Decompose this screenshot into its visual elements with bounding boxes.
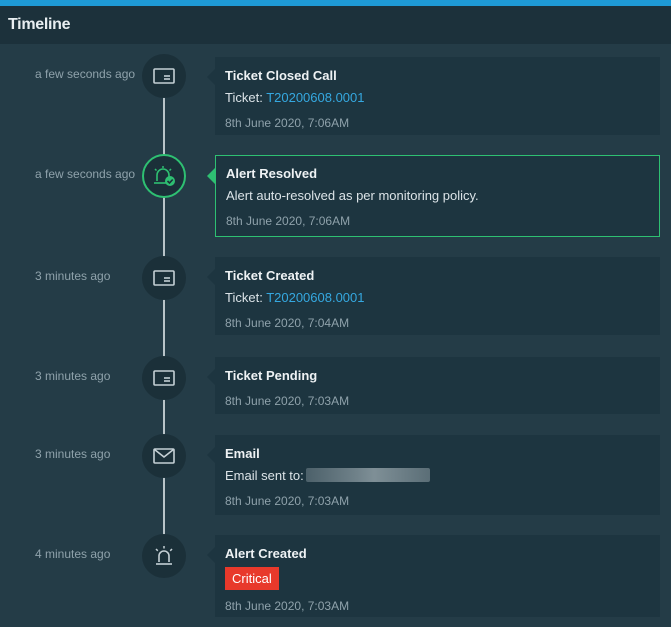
relative-time: 3 minutes ago (35, 269, 111, 283)
severity-badge: Critical (225, 567, 279, 590)
event-date: 8th June 2020, 7:03AM (225, 494, 350, 508)
page-title: Timeline (8, 16, 71, 33)
relative-time: 4 minutes ago (35, 547, 111, 561)
alert-resolved-icon (142, 154, 186, 198)
ticket-icon (142, 256, 186, 300)
alarm-icon (142, 534, 186, 578)
event-card: Ticket Closed Call Ticket: T20200608.000… (207, 57, 660, 135)
event-date: 8th June 2020, 7:06AM (225, 116, 350, 130)
ticket-icon (142, 356, 186, 400)
event-card: Alert Created Critical 8th June 2020, 7:… (207, 535, 660, 617)
event-detail: Ticket: T20200608.0001 (225, 90, 650, 106)
relative-time: a few seconds ago (35, 167, 136, 181)
event-title: Ticket Pending (225, 368, 318, 383)
event-date: 8th June 2020, 7:04AM (225, 316, 350, 330)
detail-label: Email sent to: (225, 468, 304, 483)
relative-time: 3 minutes ago (35, 447, 111, 461)
event-card: Ticket Pending 8th June 2020, 7:03AM (207, 357, 660, 414)
event-detail: Alert auto-resolved as per monitoring po… (226, 188, 479, 203)
envelope-icon (142, 434, 186, 478)
detail-label: Ticket: (225, 290, 267, 305)
ticket-icon (142, 54, 186, 98)
event-card: Ticket Created Ticket: T20200608.0001 8t… (207, 257, 660, 335)
event-title: Ticket Closed Call (225, 68, 337, 83)
event-date: 8th June 2020, 7:06AM (226, 214, 351, 228)
event-date: 8th June 2020, 7:03AM (225, 599, 350, 613)
ticket-link[interactable]: T20200608.0001 (266, 90, 364, 105)
relative-time: a few seconds ago (35, 67, 136, 81)
redacted-email (305, 468, 430, 482)
ticket-link[interactable]: T20200608.0001 (266, 290, 364, 305)
detail-label: Ticket: (225, 90, 267, 105)
relative-time: 3 minutes ago (35, 369, 111, 383)
event-card: Alert Resolved Alert auto-resolved as pe… (207, 155, 660, 237)
event-title: Ticket Created (225, 268, 315, 283)
event-card: Email Email sent to: 8th June 2020, 7:03… (207, 435, 660, 515)
event-title: Alert Created (225, 546, 307, 561)
event-detail: Email sent to: (225, 468, 650, 484)
event-date: 8th June 2020, 7:03AM (225, 394, 350, 408)
timeline-header: Timeline (0, 6, 671, 44)
event-detail: Ticket: T20200608.0001 (225, 290, 650, 306)
event-title: Alert Resolved (226, 166, 318, 181)
event-title: Email (225, 446, 260, 461)
